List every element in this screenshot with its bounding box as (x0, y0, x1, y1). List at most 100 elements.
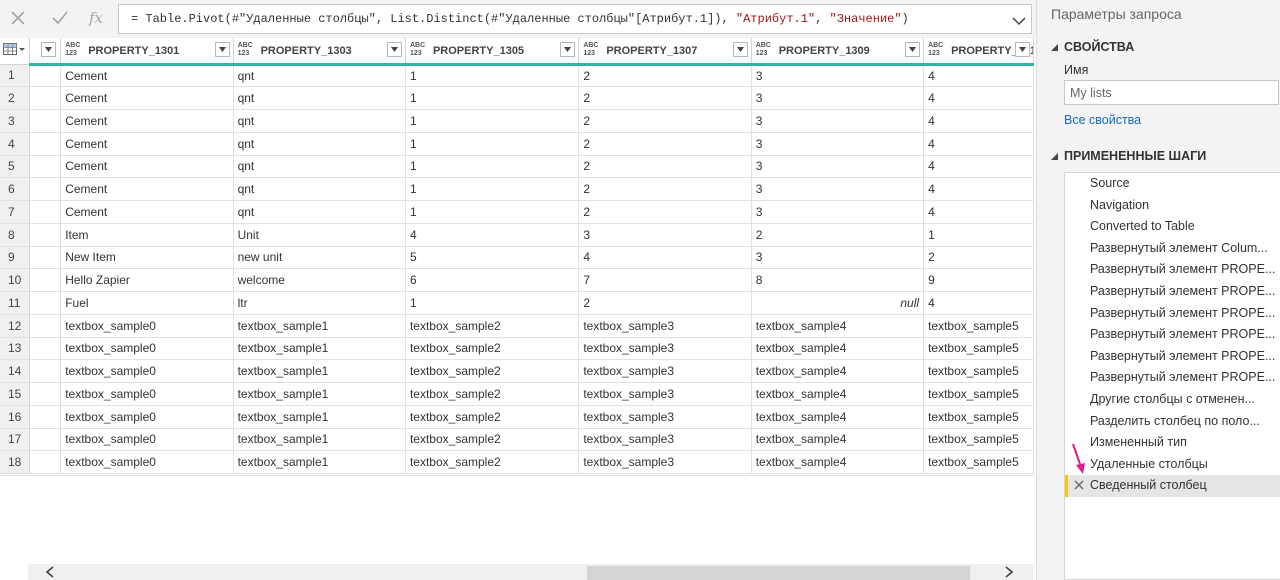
table-row[interactable]: 4 Cement qnt 1 2 3 4 (0, 132, 1034, 156)
table-cell[interactable]: Cement (60, 200, 234, 224)
column-header[interactable]: ABC 123 PROPERTY_1307 (578, 38, 752, 66)
table-cell[interactable]: qnt (233, 177, 406, 201)
table-cell[interactable] (29, 223, 62, 247)
table-cell[interactable]: textbox_sample3 (578, 382, 752, 406)
table-cell[interactable]: 9 (923, 268, 1034, 292)
table-cell[interactable]: Cement (60, 132, 234, 156)
applied-step-item[interactable]: Converted to Table (1065, 216, 1280, 238)
filter-button[interactable] (386, 42, 402, 57)
chevron-down-icon[interactable] (1011, 12, 1027, 28)
table-cell[interactable]: textbox_sample3 (578, 337, 752, 361)
applied-step-item[interactable]: Развернутый элемент PROPE... (1065, 259, 1280, 281)
column-header-blank[interactable] (29, 38, 62, 66)
table-cell[interactable]: textbox_sample0 (60, 359, 234, 383)
table-row[interactable]: 10 Hello Zapier welcome 6 7 8 9 (0, 268, 1034, 292)
table-row[interactable]: 6 Cement qnt 1 2 3 4 (0, 177, 1034, 201)
table-cell[interactable] (29, 64, 62, 88)
table-cell[interactable]: 3 (751, 246, 925, 270)
collapse-triangle-icon[interactable] (1051, 43, 1058, 51)
table-cell[interactable]: textbox_sample3 (578, 359, 752, 383)
table-cell[interactable]: textbox_sample4 (751, 382, 925, 406)
table-cell[interactable]: 4 (923, 64, 1034, 88)
table-cell[interactable]: textbox_sample5 (923, 450, 1034, 474)
table-cell[interactable]: 4 (923, 109, 1034, 133)
table-cell[interactable]: Cement (60, 64, 234, 88)
applied-step-item[interactable]: Source (1065, 173, 1280, 195)
table-cell[interactable]: 1 (405, 291, 580, 315)
applied-step-item[interactable]: Navigation (1065, 195, 1280, 217)
table-row[interactable]: 8 Item Unit 4 3 2 1 (0, 223, 1034, 247)
table-cell[interactable]: welcome (233, 268, 406, 292)
applied-step-item[interactable]: Сведенный столбец (1065, 475, 1280, 497)
table-cell[interactable]: 2 (578, 177, 752, 201)
table-cell[interactable]: 5 (405, 246, 580, 270)
table-cell[interactable]: 1 (405, 132, 580, 156)
table-cell[interactable]: textbox_sample1 (233, 382, 406, 406)
filter-button[interactable] (560, 42, 576, 57)
table-cell[interactable] (29, 200, 62, 224)
table-cell[interactable] (29, 428, 62, 452)
applied-step-item[interactable]: Измененный тип (1065, 432, 1280, 454)
table-cell[interactable]: textbox_sample5 (923, 314, 1034, 338)
type-icon[interactable]: ABC 123 (410, 42, 425, 58)
table-cell[interactable]: 2 (578, 155, 752, 179)
table-cell[interactable]: textbox_sample4 (751, 405, 925, 429)
table-cell[interactable] (29, 291, 62, 315)
table-cell[interactable]: textbox_sample4 (751, 428, 925, 452)
table-cell[interactable]: Item (60, 223, 234, 247)
table-icon[interactable] (3, 43, 25, 57)
table-menu-corner[interactable] (0, 38, 31, 65)
scroll-left-icon[interactable] (42, 564, 58, 580)
table-cell[interactable]: textbox_sample2 (405, 405, 580, 429)
table-cell[interactable]: textbox_sample5 (923, 359, 1034, 383)
table-cell[interactable]: 3 (751, 132, 925, 156)
table-cell[interactable]: textbox_sample0 (60, 405, 234, 429)
table-cell[interactable]: 3 (751, 86, 925, 110)
table-row[interactable]: 11 Fuel ltr 1 2 null 4 (0, 291, 1034, 315)
table-cell[interactable]: Cement (60, 109, 234, 133)
table-cell[interactable]: textbox_sample3 (578, 314, 752, 338)
properties-section-header[interactable]: СВОЙСТВА (1051, 40, 1134, 54)
filter-button[interactable] (1015, 42, 1030, 57)
table-cell[interactable]: 4 (923, 200, 1034, 224)
table-row[interactable]: 7 Cement qnt 1 2 3 4 (0, 200, 1034, 224)
table-row[interactable]: 12 textbox_sample0 textbox_sample1 textbox_… (0, 314, 1034, 338)
confirm-icon[interactable] (46, 6, 74, 30)
filter-button[interactable] (905, 42, 921, 57)
table-cell[interactable]: qnt (233, 64, 406, 88)
applied-step-item[interactable]: Развернутый элемент PROPE... (1065, 367, 1280, 389)
table-cell[interactable]: 4 (923, 86, 1034, 110)
table-cell[interactable]: Fuel (60, 291, 234, 315)
applied-step-item[interactable]: Развернутый элемент PROPE... (1065, 346, 1280, 368)
table-cell[interactable] (29, 382, 62, 406)
table-cell[interactable] (29, 86, 62, 110)
table-cell[interactable]: textbox_sample4 (751, 450, 925, 474)
table-cell[interactable]: textbox_sample2 (405, 450, 580, 474)
function-icon[interactable]: fx (82, 6, 110, 30)
table-cell[interactable]: 4 (923, 291, 1034, 315)
filter-button[interactable] (732, 42, 748, 57)
table-row[interactable]: 5 Cement qnt 1 2 3 4 (0, 155, 1034, 179)
table-cell[interactable]: Cement (60, 155, 234, 179)
table-cell[interactable]: textbox_sample0 (60, 337, 234, 361)
table-cell[interactable]: 2 (578, 109, 752, 133)
table-cell[interactable]: textbox_sample3 (578, 405, 752, 429)
scrollbar-thumb[interactable] (587, 566, 970, 580)
table-cell[interactable]: 3 (751, 200, 925, 224)
table-cell[interactable]: 4 (923, 155, 1034, 179)
applied-step-item[interactable]: Разделить столбец по поло... (1065, 411, 1280, 433)
table-cell[interactable] (29, 405, 62, 429)
table-row[interactable]: 16 textbox_sample0 textbox_sample1 textbox_… (0, 405, 1034, 429)
table-cell[interactable]: Unit (233, 223, 406, 247)
type-icon[interactable]: ABC 123 (65, 42, 80, 58)
table-cell[interactable]: textbox_sample2 (405, 337, 580, 361)
table-row[interactable]: 14 textbox_sample0 textbox_sample1 textbox_… (0, 359, 1034, 383)
table-cell[interactable]: qnt (233, 155, 406, 179)
applied-steps-section-header[interactable]: ПРИМЕНЕННЫЕ ШАГИ (1051, 149, 1206, 163)
table-cell[interactable]: textbox_sample1 (233, 314, 406, 338)
type-icon[interactable]: ABC 123 (238, 42, 253, 58)
query-name-input[interactable] (1064, 80, 1279, 105)
table-cell[interactable]: null (751, 291, 925, 315)
column-header[interactable]: ABC 123 PROPERTY_1305 (405, 38, 580, 66)
table-cell[interactable]: 8 (751, 268, 925, 292)
